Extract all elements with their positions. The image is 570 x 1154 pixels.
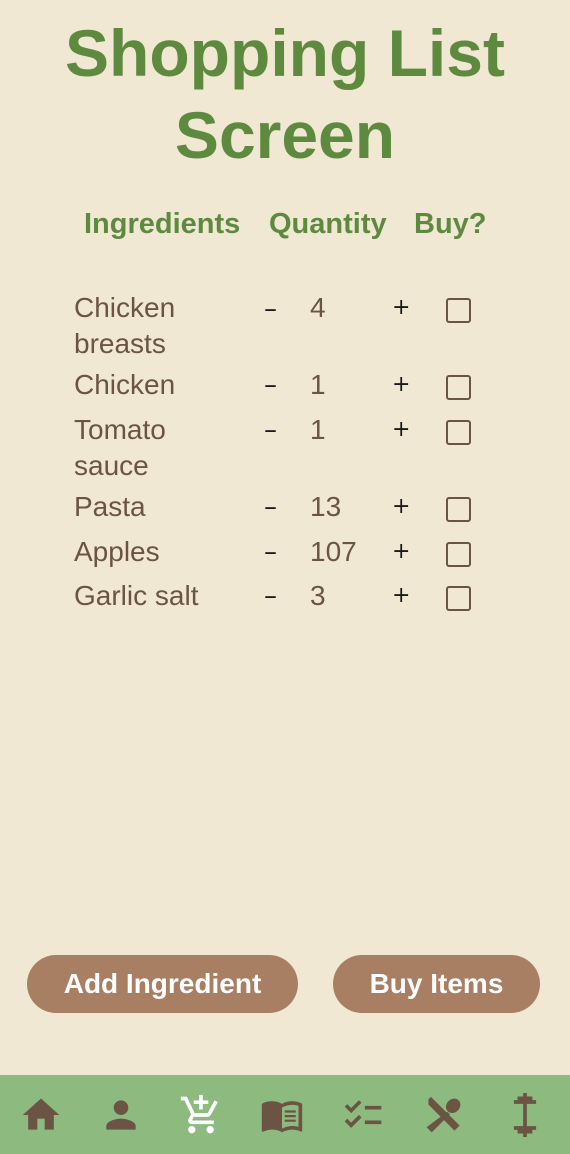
increment-button[interactable]: + <box>392 414 410 446</box>
increment-button[interactable]: + <box>392 580 410 612</box>
ingredient-quantity: 13 <box>310 491 342 522</box>
nav-profile[interactable] <box>81 1075 161 1154</box>
bottom-navigation <box>0 1075 570 1154</box>
column-header-quantity: Quantity <box>269 208 387 240</box>
increment-button[interactable]: + <box>392 292 410 324</box>
person-icon <box>106 1099 136 1130</box>
decrement-button[interactable]: – <box>264 491 277 523</box>
nav-fitness[interactable] <box>485 1075 565 1154</box>
column-header-buy: Buy? <box>414 208 487 240</box>
ingredient-name: Garlic salt <box>74 580 199 611</box>
utensils-icon <box>426 1096 461 1132</box>
decrement-button[interactable]: – <box>264 580 277 612</box>
checklist-icon <box>344 1099 382 1128</box>
buy-checkbox[interactable] <box>446 375 471 400</box>
buy-checkbox[interactable] <box>446 497 471 522</box>
decrement-button[interactable]: – <box>264 536 277 568</box>
buy-items-button[interactable]: Buy Items <box>333 955 540 1013</box>
book-icon <box>261 1100 303 1132</box>
add-ingredient-button[interactable]: Add Ingredient <box>27 955 298 1013</box>
increment-button[interactable]: + <box>392 491 410 523</box>
nav-tasks[interactable] <box>323 1075 403 1154</box>
page-title: Shopping List Screen <box>65 16 505 172</box>
ingredient-name: Chicken <box>74 369 176 400</box>
buy-checkbox[interactable] <box>446 298 471 323</box>
ingredient-name: Chicken breasts <box>74 292 176 359</box>
nav-home[interactable] <box>1 1075 81 1154</box>
decrement-button[interactable]: – <box>264 414 277 446</box>
buy-checkbox[interactable] <box>446 586 471 611</box>
buy-checkbox[interactable] <box>446 420 471 445</box>
cart-add-icon <box>180 1094 218 1133</box>
column-header-ingredients: Ingredients <box>84 208 241 240</box>
ingredient-quantity: 1 <box>310 414 326 445</box>
ingredient-quantity: 3 <box>310 580 326 611</box>
nav-recipes[interactable] <box>242 1075 322 1154</box>
increment-button[interactable]: + <box>392 369 410 401</box>
nav-meals[interactable] <box>404 1075 484 1154</box>
nav-shopping-list[interactable] <box>161 1075 241 1154</box>
ingredient-name: Tomato sauce <box>74 414 166 481</box>
decrement-button[interactable]: – <box>264 293 277 325</box>
ingredient-name: Apples <box>74 536 160 567</box>
buy-checkbox[interactable] <box>446 542 471 567</box>
ingredient-quantity: 1 <box>310 369 326 400</box>
increment-button[interactable]: + <box>392 536 410 568</box>
ingredient-quantity: 4 <box>310 292 326 323</box>
dumbbell-icon <box>513 1092 537 1137</box>
home-icon <box>22 1098 60 1130</box>
ingredient-name: Pasta <box>74 491 146 522</box>
ingredient-quantity: 107 <box>310 536 357 567</box>
decrement-button[interactable]: – <box>264 369 277 401</box>
